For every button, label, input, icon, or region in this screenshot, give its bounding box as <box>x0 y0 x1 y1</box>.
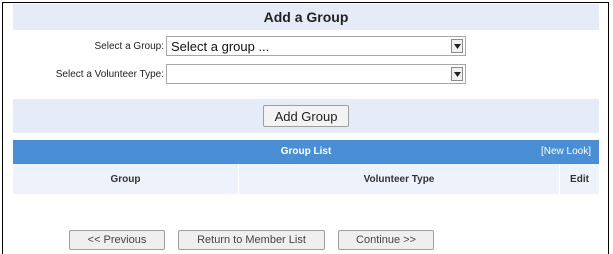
continue-button[interactable]: Continue >> <box>338 230 434 250</box>
column-header-group[interactable]: Group <box>13 164 239 194</box>
navigation-buttons: << Previous Return to Member List Contin… <box>69 230 434 250</box>
select-group-label: Select a Group: <box>94 40 164 52</box>
previous-button[interactable]: << Previous <box>69 230 165 250</box>
add-group-button[interactable]: Add Group <box>263 105 349 127</box>
group-list-header: Group List [New Look] <box>13 140 599 164</box>
group-list-column-headers: Group Volunteer Type Edit <box>13 164 599 194</box>
select-group-row: Select a Group: Select a group ... <box>0 35 466 57</box>
select-group-value: Select a group ... <box>171 38 270 54</box>
select-volunteer-label: Select a Volunteer Type: <box>55 68 164 80</box>
add-group-button-band: Add Group <box>13 99 599 133</box>
group-list-title: Group List <box>280 146 332 157</box>
add-group-header: Add a Group <box>13 4 599 30</box>
select-volunteer-dropdown[interactable] <box>166 64 466 84</box>
column-header-volunteer-type[interactable]: Volunteer Type <box>239 164 560 194</box>
new-look-link[interactable]: [New Look] <box>541 146 591 157</box>
chevron-down-icon[interactable] <box>451 67 463 81</box>
select-volunteer-row: Select a Volunteer Type: <box>0 63 466 85</box>
add-group-title: Add a Group <box>263 9 349 25</box>
return-to-member-list-button[interactable]: Return to Member List <box>178 230 325 250</box>
column-header-edit: Edit <box>570 173 589 185</box>
chevron-down-icon[interactable] <box>451 39 463 53</box>
select-group-dropdown[interactable]: Select a group ... <box>166 36 466 56</box>
